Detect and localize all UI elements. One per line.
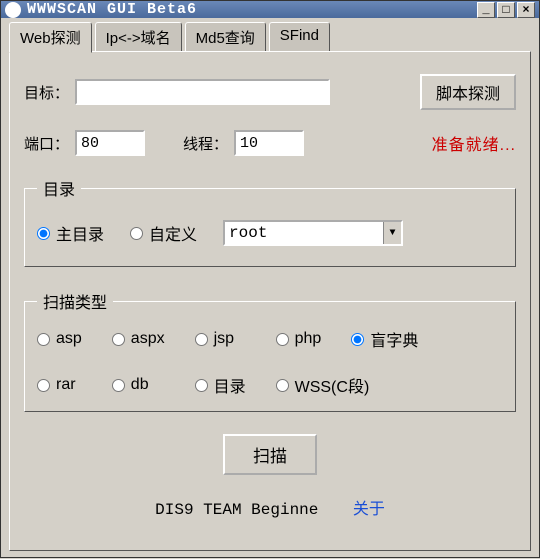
app-window: WWWSCAN GUI Beta6 _ □ × Web探测 Ip<->域名 Md… bbox=[0, 0, 540, 558]
scantype-legend: 扫描类型 bbox=[37, 289, 113, 313]
radio-rar[interactable]: rar bbox=[37, 373, 82, 397]
footer-team: DIS9 TEAM Beginne bbox=[155, 501, 318, 519]
port-input[interactable] bbox=[75, 130, 145, 156]
port-label: 端口： bbox=[24, 133, 69, 154]
thread-label: 线程： bbox=[183, 133, 228, 154]
radio-php[interactable]: php bbox=[276, 327, 322, 351]
radio-jsp[interactable]: jsp bbox=[195, 327, 246, 351]
radio-custom-dir-input[interactable] bbox=[130, 227, 143, 240]
dir-combo[interactable]: root ▼ bbox=[223, 220, 403, 246]
tab-sfind[interactable]: SFind bbox=[269, 22, 330, 52]
radio-db[interactable]: db bbox=[112, 373, 165, 397]
tab-ip-domain[interactable]: Ip<->域名 bbox=[95, 22, 182, 52]
scantype-group: 扫描类型 asp aspx jsp php 盲字典 rar db 目录 WSS(… bbox=[24, 289, 516, 412]
radio-main-dir-label: 主目录 bbox=[56, 221, 104, 245]
radio-main-dir[interactable]: 主目录 bbox=[37, 221, 104, 245]
footer: DIS9 TEAM Beginne 关于 bbox=[24, 495, 516, 519]
tab-panel: 目标： 脚本探测 端口： 线程： 准备就绪... 目录 主目录 bbox=[9, 51, 531, 551]
script-probe-button[interactable]: 脚本探测 bbox=[420, 74, 516, 110]
radio-wss-c[interactable]: WSS(C段) bbox=[276, 373, 419, 397]
window-title: WWWSCAN GUI Beta6 bbox=[27, 1, 475, 18]
tab-strip: Web探测 Ip<->域名 Md5查询 SFind bbox=[9, 22, 531, 52]
chevron-down-icon[interactable]: ▼ bbox=[383, 222, 401, 244]
tab-md5[interactable]: Md5查询 bbox=[185, 22, 266, 52]
target-row: 目标： 脚本探测 bbox=[24, 74, 516, 110]
tab-web-probe[interactable]: Web探测 bbox=[9, 22, 92, 53]
radio-asp[interactable]: asp bbox=[37, 327, 82, 351]
titlebar: WWWSCAN GUI Beta6 _ □ × bbox=[1, 1, 539, 18]
client-area: Web探测 Ip<->域名 Md5查询 SFind 目标： 脚本探测 端口： 线… bbox=[1, 18, 539, 559]
target-label: 目标： bbox=[24, 82, 69, 103]
radio-aspx[interactable]: aspx bbox=[112, 327, 165, 351]
about-link[interactable]: 关于 bbox=[353, 501, 385, 518]
radio-custom-dir-label: 自定义 bbox=[149, 221, 197, 245]
status-text: 准备就绪... bbox=[432, 131, 516, 155]
radio-main-dir-input[interactable] bbox=[37, 227, 50, 240]
dir-combo-value: root bbox=[229, 224, 267, 242]
maximize-button[interactable]: □ bbox=[497, 2, 515, 18]
port-thread-row: 端口： 线程： 准备就绪... bbox=[24, 130, 516, 156]
close-button[interactable]: × bbox=[517, 2, 535, 18]
target-input[interactable] bbox=[75, 79, 330, 105]
radio-blind-dict[interactable]: 盲字典 bbox=[351, 327, 418, 351]
thread-input[interactable] bbox=[234, 130, 304, 156]
scan-row: 扫描 bbox=[24, 434, 516, 475]
radio-custom-dir[interactable]: 自定义 bbox=[130, 221, 197, 245]
directory-group: 目录 主目录 自定义 root ▼ bbox=[24, 176, 516, 267]
radio-dir[interactable]: 目录 bbox=[195, 373, 246, 397]
app-icon bbox=[5, 2, 21, 18]
minimize-button[interactable]: _ bbox=[477, 2, 495, 18]
scan-button[interactable]: 扫描 bbox=[223, 434, 317, 475]
directory-legend: 目录 bbox=[37, 176, 81, 200]
